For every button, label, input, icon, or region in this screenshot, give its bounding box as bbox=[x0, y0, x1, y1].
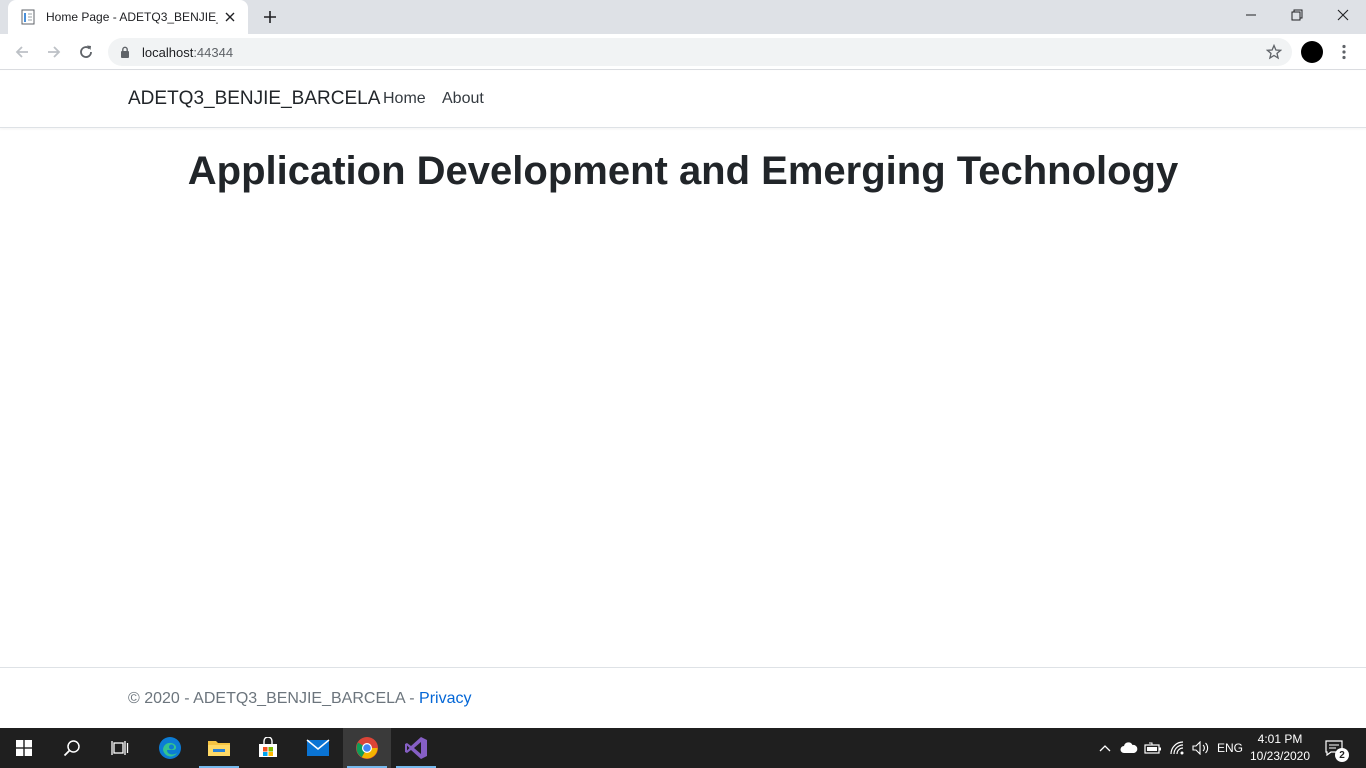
browser-tab[interactable]: Home Page - ADETQ3_BENJIE_BARCELA bbox=[8, 0, 248, 34]
menu-kebab-icon[interactable] bbox=[1334, 40, 1354, 64]
windows-taskbar: ENG 4:01 PM 10/23/2020 2 bbox=[0, 728, 1366, 768]
task-view-icon[interactable] bbox=[96, 728, 144, 768]
reload-icon[interactable] bbox=[72, 38, 100, 66]
nav-link-home[interactable]: Home bbox=[383, 90, 426, 108]
clock-time: 4:01 PM bbox=[1257, 732, 1303, 746]
battery-icon[interactable] bbox=[1142, 728, 1164, 768]
site-navbar: ADETQ3_BENJIE_BARCELA Home About bbox=[0, 71, 1366, 128]
url-port: :44344 bbox=[193, 44, 234, 60]
mail-icon[interactable] bbox=[294, 728, 342, 768]
input-language-indicator[interactable]: ENG bbox=[1214, 728, 1246, 768]
lock-icon[interactable] bbox=[118, 45, 132, 59]
chrome-browser-icon[interactable] bbox=[343, 728, 391, 768]
minimize-icon[interactable] bbox=[1228, 0, 1274, 30]
privacy-link[interactable]: Privacy bbox=[419, 690, 471, 707]
browser-toolbar: localhost:44344 bbox=[0, 34, 1366, 70]
page-heading: Application Development and Emerging Tec… bbox=[187, 149, 1179, 193]
site-brand-link[interactable]: ADETQ3_BENJIE_BARCELA bbox=[128, 88, 380, 110]
close-window-icon[interactable] bbox=[1320, 0, 1366, 30]
site-footer: © 2020 - ADETQ3_BENJIE_BARCELA - Privacy bbox=[0, 667, 1366, 728]
close-tab-icon[interactable] bbox=[222, 9, 238, 25]
forward-arrow-icon[interactable] bbox=[40, 38, 68, 66]
nav-link-about[interactable]: About bbox=[442, 90, 484, 108]
new-tab-icon[interactable] bbox=[258, 6, 282, 28]
clock-date: 10/23/2020 bbox=[1249, 749, 1311, 763]
visual-studio-icon[interactable] bbox=[392, 728, 440, 768]
system-clock[interactable]: 4:01 PM 10/23/2020 bbox=[1244, 731, 1316, 765]
wifi-icon[interactable] bbox=[1166, 728, 1190, 768]
volume-icon[interactable] bbox=[1190, 728, 1212, 768]
notification-count-badge: 2 bbox=[1335, 748, 1349, 762]
onedrive-cloud-icon[interactable] bbox=[1118, 728, 1140, 768]
file-explorer-icon[interactable] bbox=[195, 728, 243, 768]
footer-text: © 2020 - ADETQ3_BENJIE_BARCELA - Privacy bbox=[128, 690, 471, 708]
browser-tab-strip: Home Page - ADETQ3_BENJIE_BARCELA bbox=[0, 0, 1366, 34]
search-icon[interactable] bbox=[48, 728, 96, 768]
profile-avatar[interactable] bbox=[1301, 41, 1323, 63]
web-page: ADETQ3_BENJIE_BARCELA Home About Applica… bbox=[0, 71, 1366, 728]
back-arrow-icon[interactable] bbox=[8, 38, 36, 66]
bookmark-star-icon[interactable] bbox=[1265, 43, 1283, 60]
tab-title: Home Page - ADETQ3_BENJIE_BARCELA bbox=[46, 10, 218, 24]
footer-copyright: © 2020 - ADETQ3_BENJIE_BARCELA - bbox=[128, 690, 420, 707]
restore-icon[interactable] bbox=[1274, 0, 1320, 30]
show-hidden-icons-chevron-icon[interactable] bbox=[1096, 728, 1114, 768]
windows-start-icon[interactable] bbox=[0, 728, 48, 768]
microsoft-store-icon[interactable] bbox=[244, 728, 292, 768]
page-favicon-icon bbox=[20, 9, 36, 25]
edge-browser-icon[interactable] bbox=[146, 728, 194, 768]
address-bar[interactable]: localhost:44344 bbox=[108, 38, 1292, 66]
url-host: localhost bbox=[142, 44, 194, 60]
